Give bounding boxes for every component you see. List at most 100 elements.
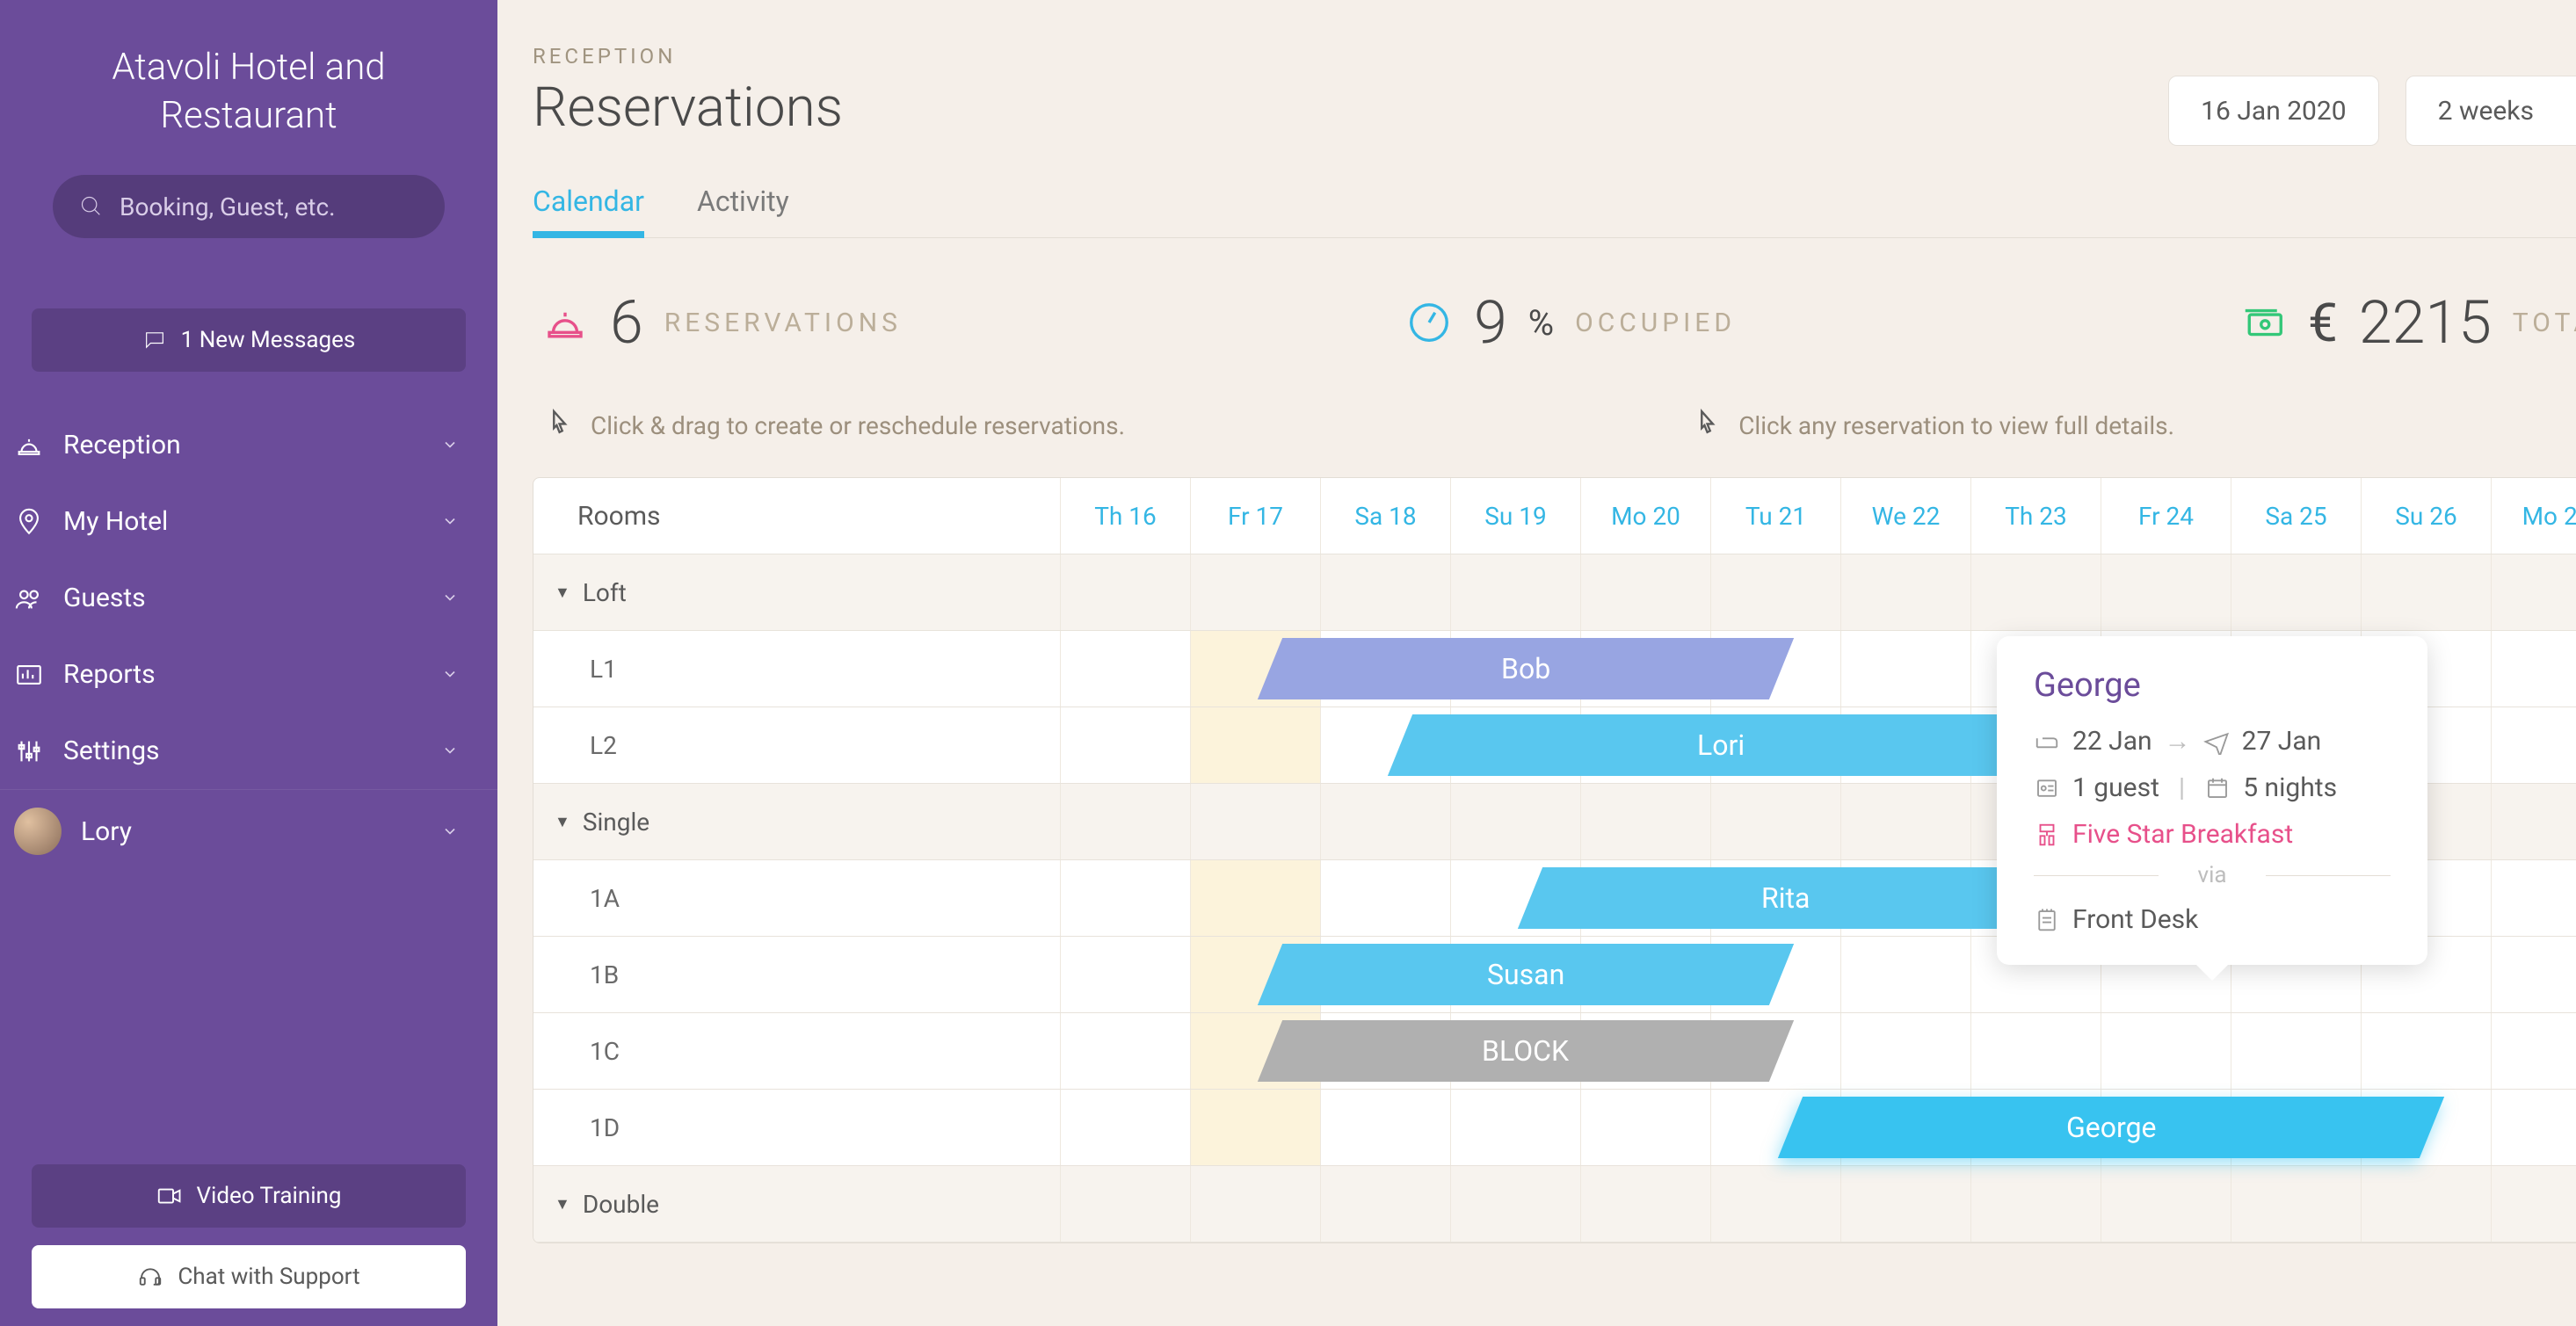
search-placeholder: Booking, Guest, etc. bbox=[120, 192, 336, 221]
date-value: 16 Jan 2020 bbox=[2201, 96, 2346, 127]
day-header[interactable]: Mo 20 bbox=[1581, 478, 1711, 554]
chevron-down-icon bbox=[441, 583, 459, 613]
day-header[interactable]: Su 19 bbox=[1451, 478, 1581, 554]
plane-icon bbox=[2203, 728, 2230, 755]
nav-reports[interactable]: Reports bbox=[0, 636, 497, 713]
page-title: Reservations bbox=[533, 76, 843, 140]
cash-icon bbox=[2239, 299, 2287, 346]
calendar-grid[interactable]: Rooms Th 16 Fr 17 Sa 18 Su 19 Mo 20 Tu 2… bbox=[533, 477, 2576, 1243]
room-row-1c[interactable]: 1C BLOCK bbox=[533, 1013, 2576, 1090]
pin-icon bbox=[14, 507, 44, 537]
day-header[interactable]: Fr 17 bbox=[1191, 478, 1321, 554]
room-label: 1A bbox=[533, 860, 1061, 936]
nav-my-hotel[interactable]: My Hotel bbox=[0, 483, 497, 560]
report-icon bbox=[14, 660, 44, 690]
footer-label: Chat with Support bbox=[178, 1264, 359, 1290]
currency-symbol: € bbox=[2308, 292, 2338, 354]
day-header[interactable]: We 22 bbox=[1841, 478, 1971, 554]
day-header[interactable]: Mo 27 bbox=[2492, 478, 2576, 554]
chat-support-button[interactable]: Chat with Support bbox=[32, 1245, 466, 1308]
room-row-1d[interactable]: 1D George bbox=[533, 1090, 2576, 1166]
bell-icon bbox=[14, 431, 44, 460]
nav-label: Settings bbox=[63, 735, 160, 766]
tab-activity[interactable]: Activity bbox=[697, 185, 789, 237]
reservation-rita[interactable]: Rita bbox=[1518, 867, 2054, 929]
tooltip-checkout: 27 Jan bbox=[2242, 726, 2322, 757]
group-double[interactable]: ▼ Double bbox=[533, 1166, 2576, 1243]
stat-label: RESERVATIONS bbox=[664, 308, 902, 338]
tooltip-plan: Five Star Breakfast bbox=[2072, 819, 2293, 850]
reservation-lori[interactable]: Lori bbox=[1388, 714, 2054, 776]
chevron-down-icon bbox=[441, 735, 459, 766]
gauge-icon bbox=[1405, 299, 1453, 346]
group-loft[interactable]: ▼ Loft bbox=[533, 554, 2576, 631]
tooltip-name: George bbox=[2034, 666, 2391, 705]
footer-label: Video Training bbox=[196, 1183, 341, 1209]
triangle-down-icon: ▼ bbox=[555, 583, 570, 602]
hint-view: Click any reservation to view full detai… bbox=[1689, 409, 2174, 442]
date-picker[interactable]: 16 Jan 2020 bbox=[2168, 76, 2378, 146]
reservation-label: Bob bbox=[1501, 652, 1550, 685]
nav-guests[interactable]: Guests bbox=[0, 560, 497, 636]
people-icon bbox=[14, 583, 44, 613]
rooms-header: Rooms bbox=[533, 478, 1061, 554]
room-label: 1B bbox=[533, 937, 1061, 1012]
room-label: 1D bbox=[533, 1090, 1061, 1165]
hint-drag: Click & drag to create or reschedule res… bbox=[541, 409, 1125, 442]
user-name: Lory bbox=[81, 816, 132, 847]
chevron-down-icon bbox=[441, 430, 459, 460]
nav-label: My Hotel bbox=[63, 506, 168, 537]
video-icon bbox=[156, 1183, 182, 1209]
room-label: L1 bbox=[533, 631, 1061, 706]
stat-total: € 2215 TOTAL bbox=[2239, 287, 2576, 358]
group-label: Single bbox=[583, 808, 649, 837]
group-label: Loft bbox=[583, 578, 627, 607]
hint-text: Click & drag to create or reschedule res… bbox=[591, 411, 1125, 440]
tooltip-checkin: 22 Jan bbox=[2072, 726, 2152, 757]
nav-reception[interactable]: Reception bbox=[0, 407, 497, 483]
messages-button[interactable]: 1 New Messages bbox=[32, 308, 466, 372]
breadcrumb: RECEPTION bbox=[533, 44, 2576, 69]
group-label: Double bbox=[583, 1190, 659, 1219]
pointer-icon bbox=[541, 409, 575, 442]
day-header[interactable]: Sa 18 bbox=[1321, 478, 1451, 554]
room-label: 1C bbox=[533, 1013, 1061, 1089]
reservation-label: George bbox=[2066, 1111, 2157, 1144]
reservation-label: BLOCK bbox=[1482, 1034, 1569, 1068]
day-header[interactable]: Th 16 bbox=[1061, 478, 1191, 554]
day-header[interactable]: Tu 21 bbox=[1711, 478, 1841, 554]
calendar-header-row: Rooms Th 16 Fr 17 Sa 18 Su 19 Mo 20 Tu 2… bbox=[533, 478, 2576, 554]
day-header[interactable]: Th 23 bbox=[1971, 478, 2101, 554]
reservation-label: Rita bbox=[1761, 881, 1810, 915]
guest-icon bbox=[2034, 775, 2060, 801]
sliders-icon bbox=[14, 736, 44, 766]
calendar-icon bbox=[2204, 775, 2231, 801]
nav-label: Reports bbox=[63, 659, 156, 690]
day-header[interactable]: Sa 25 bbox=[2231, 478, 2362, 554]
day-header[interactable]: Fr 24 bbox=[2101, 478, 2231, 554]
video-training-button[interactable]: Video Training bbox=[32, 1164, 466, 1228]
day-header[interactable]: Su 26 bbox=[2362, 478, 2492, 554]
chevron-down-icon bbox=[441, 506, 459, 537]
arrow-icon: → bbox=[2165, 726, 2191, 757]
hint-text: Click any reservation to view full detai… bbox=[1738, 411, 2174, 440]
search-input[interactable]: Booking, Guest, etc. bbox=[53, 175, 445, 238]
stat-number: 6 bbox=[610, 287, 643, 358]
tooltip-guests: 1 guest bbox=[2072, 772, 2159, 803]
tab-calendar[interactable]: Calendar bbox=[533, 185, 644, 237]
reservation-susan[interactable]: Susan bbox=[1258, 944, 1794, 1005]
tooltip-via: via bbox=[2034, 862, 2391, 888]
nav-label: Guests bbox=[63, 583, 146, 613]
tooltip-nights: 5 nights bbox=[2243, 772, 2337, 803]
chat-icon bbox=[142, 328, 167, 352]
reservation-block[interactable]: BLOCK bbox=[1258, 1020, 1794, 1082]
triangle-down-icon: ▼ bbox=[555, 1195, 570, 1214]
reservation-bob[interactable]: Bob bbox=[1258, 638, 1794, 699]
notepad-icon bbox=[2034, 907, 2060, 933]
user-menu[interactable]: Lory bbox=[0, 789, 497, 873]
nav-settings[interactable]: Settings bbox=[0, 713, 497, 789]
tooltip-source: Front Desk bbox=[2072, 904, 2198, 935]
reservation-george[interactable]: George bbox=[1778, 1097, 2444, 1158]
range-select[interactable]: 2 weeks bbox=[2405, 76, 2576, 146]
stat-occupied: 9 % OCCUPIED bbox=[1405, 287, 1736, 358]
